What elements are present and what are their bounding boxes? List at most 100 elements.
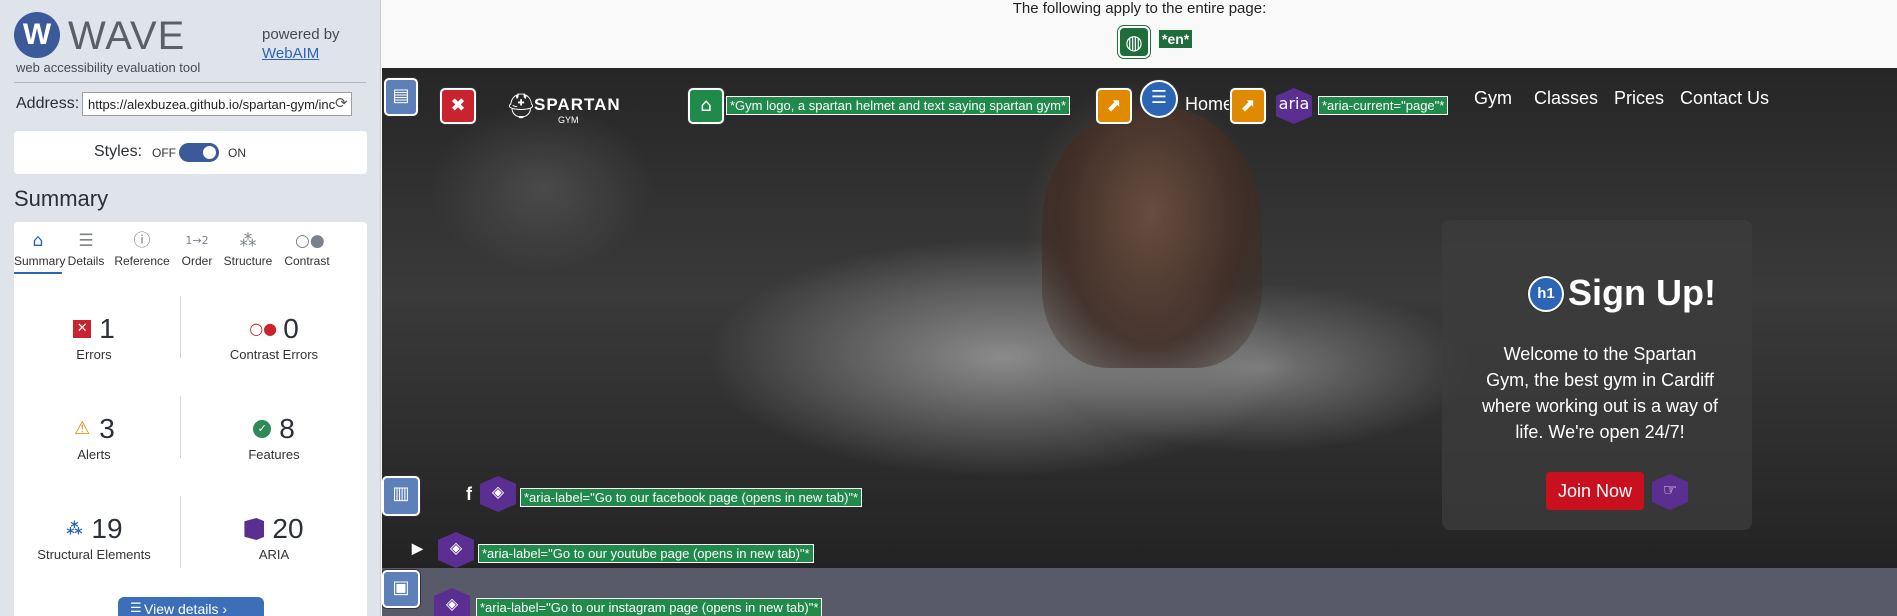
nav-prices[interactable]: Prices [1614,88,1664,109]
footer-region-icon[interactable]: ▥ [382,476,420,516]
wave-brand: W WAVE web accessibility evaluation tool… [12,10,372,78]
aria-label-icon[interactable]: ◈ [480,476,516,512]
address-bar: Address: https://alexbuzea.github.io/spa… [16,92,366,116]
stat-errors[interactable]: ✕ 1 Errors [14,313,174,362]
order-icon: 1→2 [185,234,209,247]
address-label: Address: [16,95,80,112]
facebook-icon[interactable]: f [466,484,472,505]
language-icon[interactable]: ◍ [1118,26,1150,58]
reload-icon[interactable]: ⟳ [335,95,351,111]
divider [180,296,181,358]
info-icon: ⓘ [133,231,151,251]
logo-subtext: GYM [558,115,579,125]
logo-text: SPARTAN [534,95,621,114]
site-logo[interactable]: ⛑ SPARTAN GYM [506,88,620,128]
evaluated-page: The following apply to the entire page: … [382,0,1897,616]
list-icon: ☰ [130,601,142,616]
alt-text-label: *Gym logo, a spartan helmet and text say… [726,96,1071,115]
contrast-icon: ○● [295,231,325,251]
tab-label: Structure [223,254,273,268]
structural-label: Structural Elements [37,547,151,562]
home-icon: ⌂ [32,231,44,251]
structure-icon: ⁂ [239,231,257,251]
aria-icon [244,518,265,540]
footer-region-icon[interactable]: ▣ [382,570,420,608]
tab-summary[interactable]: ⌂ Summary [14,222,65,274]
tab-reference[interactable]: ⓘ Reference [110,222,174,274]
footer-band: ▣ ◈ *aria-label="Go to our instagram pag… [382,568,1897,616]
tab-label: Order [181,254,213,268]
tab-label: Reference [114,254,170,268]
nav-contact-us[interactable]: Contact Us [1680,88,1769,109]
styles-label: Styles: [94,143,143,160]
aria-icon[interactable]: aria [1276,88,1312,124]
tab-structure[interactable]: ⁂ Structure [220,222,276,274]
nav-gym[interactable]: Gym [1474,88,1512,109]
structural-count: 19 [91,513,123,544]
aria-label-icon[interactable]: ◈ [434,588,470,616]
styles-on-label: ON [228,146,246,160]
join-now-button[interactable]: Join Now [1546,472,1644,510]
helmet-icon: ⛑ [506,92,537,120]
tab-contrast[interactable]: ○● Contrast [278,222,336,274]
errors-label: Errors [76,347,112,362]
alerts-count: 3 [99,413,115,444]
wave-tabs: ⌂ Summary ☰ Details ⓘ Reference 1→2 Orde… [14,222,367,274]
features-label: Features [248,447,300,462]
divider [180,496,181,568]
language-label: *en* [1159,30,1193,48]
contrast-error-icon: ○● [249,319,278,338]
page-notice: The following apply to the entire page: … [382,0,1897,68]
header-region-icon[interactable]: ▤ [384,78,418,116]
hero-section: ▤ ✖ ⛑ SPARTAN GYM ⌂ *Gym logo, a spartan… [382,68,1897,568]
stat-alerts[interactable]: ⚠ 3 Alerts [14,413,174,462]
structure-icon: ⁂ [66,519,83,538]
wave-title: WAVE [68,14,186,58]
stat-aria[interactable]: 20 ARIA [194,513,354,562]
error-icon[interactable]: ✖ [440,88,476,124]
signup-card: h1 Sign Up! Welcome to the Spartan Gym, … [1442,220,1752,530]
contrast-count: 0 [283,313,299,344]
stat-contrast[interactable]: ○● 0 Contrast Errors [194,313,354,362]
alt-text-icon[interactable]: ⌂ [688,88,724,124]
tab-details[interactable]: ☰ Details [64,222,108,274]
youtube-aria-label: *aria-label="Go to our youtube page (ope… [478,544,814,563]
address-input[interactable]: https://alexbuzea.github.io/spartan-gym/… [82,92,352,116]
aria-label-icon[interactable]: ◈ [438,532,474,568]
stat-features[interactable]: ✓ 8 Features [194,413,354,462]
alert-link-icon[interactable]: ⬈ [1230,88,1266,124]
styles-off-label: OFF [152,146,176,160]
aria-label: ARIA [258,547,290,562]
h1-icon[interactable]: h1 [1528,276,1564,312]
instagram-aria-label: *aria-label="Go to our instagram page (o… [476,598,823,616]
tab-order[interactable]: 1→2 Order [176,222,218,274]
wave-logo-icon: W [14,12,60,58]
wave-sidebar: W WAVE web accessibility evaluation tool… [0,0,381,616]
alerts-label: Alerts [77,447,111,462]
signup-text: Welcome to the Spartan Gym, the best gym… [1481,344,1719,442]
facebook-aria-label: *aria-label="Go to our facebook page (op… [520,488,863,507]
divider [14,82,366,83]
styles-toggle[interactable] [179,143,219,162]
aria-count: 20 [272,513,304,544]
summary-panel: ✕ 1 Errors ○● 0 Contrast Errors ⚠ 3 Alerts … [14,274,367,616]
stat-structural[interactable]: ⁂ 19 Structural Elements [14,513,174,562]
alert-link-icon[interactable]: ⬈ [1096,88,1132,124]
tab-label: Details [67,254,105,268]
aria-button-icon[interactable]: ☞ [1652,474,1688,510]
summary-heading: Summary [14,186,109,211]
wave-tagline: web accessibility evaluation tool [16,60,201,75]
view-details-button[interactable]: ☰ View details › [118,597,264,616]
webaim-link[interactable]: WebAIM [262,45,319,62]
error-icon: ✕ [73,320,92,338]
contrast-label: Contrast Errors [229,347,319,362]
powered-by: powered by [262,26,340,43]
list-icon[interactable]: ☰ [1140,80,1178,118]
errors-count: 1 [99,313,115,344]
nav-classes[interactable]: Classes [1534,88,1598,109]
nav-home[interactable]: Home [1185,94,1233,115]
youtube-icon[interactable]: ▶ [412,540,423,557]
features-count: 8 [279,413,295,444]
tab-label: Contrast [284,254,330,268]
notice-text: The following apply to the entire page: [1012,0,1267,17]
